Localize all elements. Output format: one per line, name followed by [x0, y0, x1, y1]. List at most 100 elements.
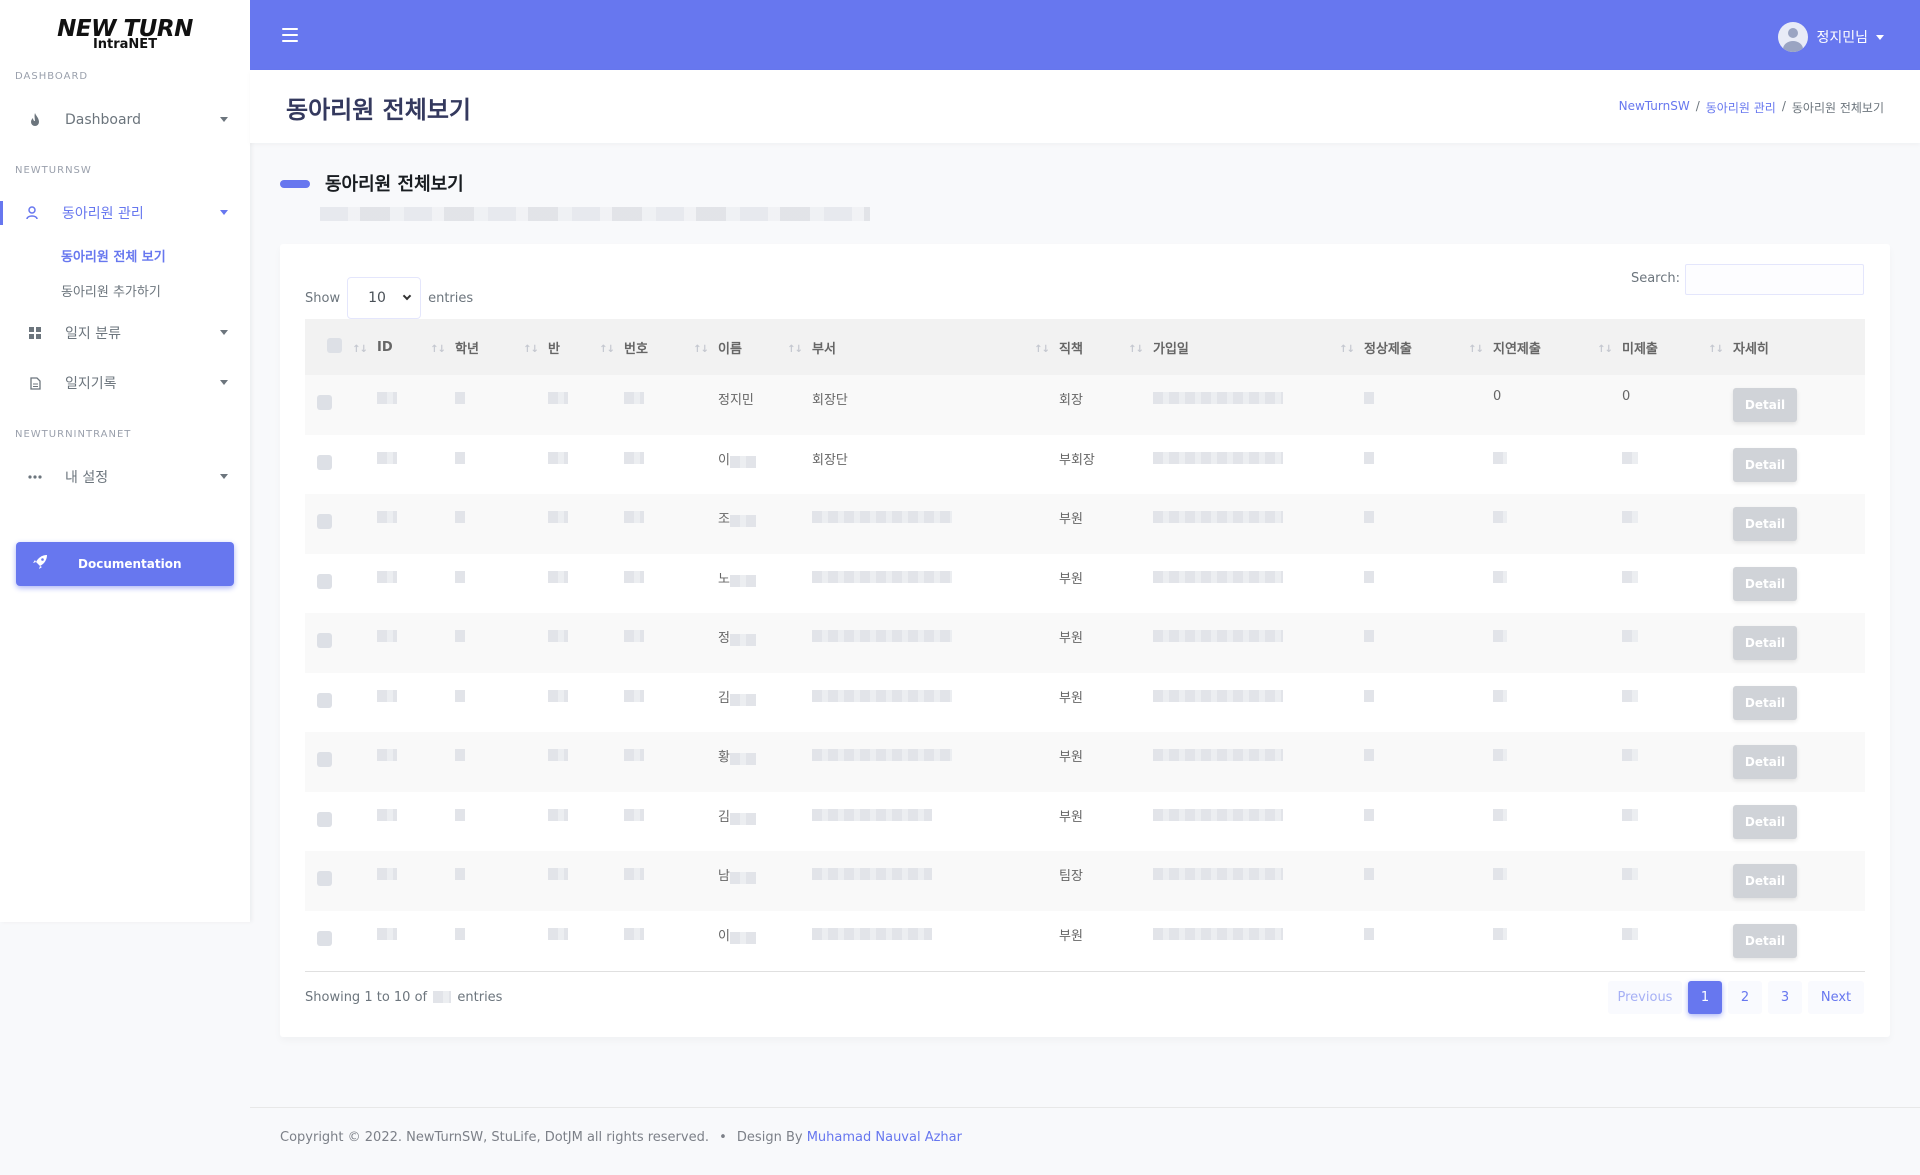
- sidebar-item-dashboard[interactable]: Dashboard: [0, 98, 250, 142]
- sidebar-subitem-view-all[interactable]: 동아리원 전체 보기: [61, 246, 166, 265]
- detail-button[interactable]: Detail: [1733, 507, 1797, 541]
- detail-button[interactable]: Detail: [1733, 447, 1797, 482]
- cell-role: 회장: [1059, 393, 1083, 408]
- cell-late: [1493, 792, 1622, 852]
- redacted-value: [1622, 511, 1638, 523]
- redacted-value: [812, 927, 932, 940]
- cell-join-date: [1153, 792, 1364, 852]
- column-header-class[interactable]: 반 ↑↓: [548, 319, 624, 375]
- row-checkbox[interactable]: [305, 613, 377, 673]
- documentation-label: Documentation: [78, 557, 182, 571]
- redacted-value: [377, 451, 397, 464]
- chevron-down-icon: [1876, 34, 1884, 40]
- cell-number: [624, 613, 718, 673]
- column-header-grade[interactable]: 학년 ↑↓: [455, 319, 548, 375]
- logo[interactable]: NEW TURN IntraNET: [0, 0, 250, 70]
- sidebar-item-member-management[interactable]: 동아리원 관리: [0, 191, 250, 235]
- pagination-page-2[interactable]: 2: [1728, 981, 1762, 1014]
- redacted-value: [624, 868, 644, 880]
- breadcrumb-item-management[interactable]: 동아리원 관리: [1706, 99, 1776, 116]
- pagination-next[interactable]: Next: [1808, 981, 1864, 1014]
- chevron-down-icon: [220, 117, 228, 122]
- documentation-button[interactable]: Documentation: [16, 542, 234, 586]
- column-header-department[interactable]: 부서 ↑↓: [812, 319, 1059, 375]
- redacted-value: [1493, 927, 1507, 940]
- redacted-value: [377, 868, 397, 880]
- sidebar-item-label: Dashboard: [65, 112, 141, 128]
- row-checkbox[interactable]: [305, 911, 377, 971]
- author-link[interactable]: Muhamad Nauval Azhar: [807, 1130, 962, 1145]
- cell-id: [377, 911, 455, 971]
- select-all-checkbox[interactable]: ↑↓: [305, 319, 377, 375]
- redacted-value: [1622, 927, 1638, 940]
- column-header-join-date[interactable]: 가입일 ↑↓: [1153, 319, 1364, 375]
- detail-button[interactable]: Detail: [1733, 804, 1797, 839]
- detail-button[interactable]: Detail: [1733, 923, 1797, 958]
- redacted-value: [548, 511, 568, 523]
- cell-grade: [455, 851, 548, 911]
- user-name: 정지민님: [1816, 30, 1868, 46]
- detail-button[interactable]: Detail: [1733, 685, 1797, 720]
- page-length-select[interactable]: 10: [347, 277, 422, 319]
- sidebar-item-log-record[interactable]: 일지기록: [0, 361, 250, 405]
- cell-late: [1493, 673, 1622, 733]
- cell-id: [377, 375, 455, 435]
- pagination-previous[interactable]: Previous: [1608, 981, 1682, 1014]
- chevron-down-icon: [220, 210, 228, 215]
- cell-name: 노: [718, 554, 812, 614]
- column-header-number[interactable]: 번호 ↑↓: [624, 319, 718, 375]
- redacted-value: [377, 511, 397, 523]
- sidebar-item-label: 일지 분류: [65, 326, 121, 342]
- sidebar-subitem-add-member[interactable]: 동아리원 추가하기: [61, 281, 161, 300]
- redacted-value: [729, 812, 756, 825]
- row-checkbox[interactable]: [305, 435, 377, 495]
- column-header-on-time[interactable]: 정상제출 ↑↓: [1364, 319, 1493, 375]
- detail-button[interactable]: Detail: [1733, 626, 1797, 660]
- redacted-value: [1493, 868, 1507, 880]
- cell-department: [812, 911, 1059, 971]
- detail-button[interactable]: Detail: [1733, 864, 1797, 898]
- chevron-down-icon: [220, 380, 228, 385]
- page-title: 동아리원 전체보기: [286, 96, 471, 124]
- column-header-missing[interactable]: 미제출 ↑↓: [1622, 319, 1733, 375]
- detail-button[interactable]: Detail: [1733, 566, 1797, 601]
- row-checkbox[interactable]: [305, 732, 377, 792]
- pagination-page-1[interactable]: 1: [1688, 981, 1722, 1014]
- cell-late: [1493, 613, 1622, 673]
- column-header-id[interactable]: ID ↑↓: [377, 319, 455, 375]
- column-header-name[interactable]: 이름 ↑↓: [718, 319, 812, 375]
- redacted-value: [1364, 868, 1374, 880]
- search-input[interactable]: [1685, 264, 1864, 295]
- cell-class: [548, 792, 624, 852]
- column-header-role[interactable]: 직책 ↑↓: [1059, 319, 1153, 375]
- row-checkbox[interactable]: [305, 375, 377, 435]
- row-checkbox[interactable]: [305, 851, 377, 911]
- breadcrumb-item-home[interactable]: NewTurnSW: [1619, 99, 1690, 116]
- row-checkbox[interactable]: [305, 494, 377, 554]
- row-checkbox[interactable]: [305, 554, 377, 614]
- detail-button[interactable]: Detail: [1733, 388, 1797, 422]
- pagination-page-3[interactable]: 3: [1768, 981, 1802, 1014]
- redacted-value: [1493, 451, 1507, 464]
- user-dropdown[interactable]: 정지민님: [1778, 22, 1884, 52]
- sidebar-item-my-settings[interactable]: 내 설정: [0, 455, 250, 499]
- table-info: Showing 1 to 10 of entries: [305, 990, 503, 1005]
- column-header-late[interactable]: 지연제출 ↑↓: [1493, 319, 1622, 375]
- section-title-accent: [280, 180, 310, 188]
- cell-class: [548, 435, 624, 495]
- members-table: ↑↓ ID ↑↓ 학년 ↑↓ 반 ↑↓ 번호 ↑↓ 이름 ↑↓ 부서 ↑↓ 직책 ↑↓ 가입일…: [305, 319, 1865, 970]
- redacted-value: [1364, 689, 1374, 702]
- sidebar-item-log-category[interactable]: 일지 분류: [0, 311, 250, 355]
- detail-button[interactable]: Detail: [1733, 745, 1797, 779]
- cell-name: 이: [718, 911, 812, 971]
- topbar: 정지민님: [250, 0, 1920, 70]
- redacted-value: [548, 392, 568, 404]
- cell-on-time: [1364, 375, 1493, 435]
- menu-toggle-icon[interactable]: [282, 28, 298, 42]
- row-checkbox[interactable]: [305, 673, 377, 733]
- cell-join-date: [1153, 911, 1364, 971]
- sidebar-item-label: 내 설정: [65, 470, 109, 486]
- table-row: 황 부원 Detail: [305, 732, 1865, 792]
- row-checkbox[interactable]: [305, 792, 377, 852]
- redacted-value: [1364, 511, 1374, 523]
